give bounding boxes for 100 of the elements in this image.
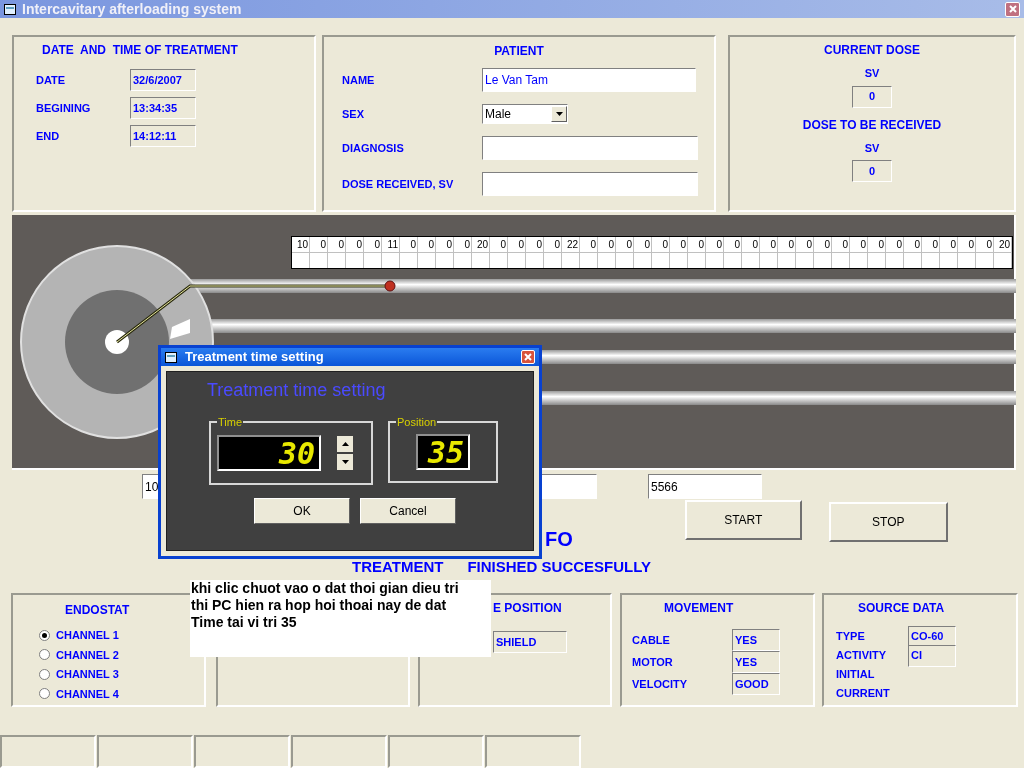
status-label: TREATMENT <box>352 557 444 577</box>
table-cell[interactable]: 0 <box>490 237 508 253</box>
dialog-button[interactable]: OK <box>254 498 350 524</box>
table-cell[interactable]: 0 <box>454 237 472 253</box>
start-button[interactable]: START <box>684 500 802 540</box>
spin-up-button[interactable] <box>337 436 353 452</box>
table-cell[interactable]: 0 <box>526 237 544 253</box>
table-cell[interactable]: 0 <box>904 237 922 253</box>
table-cell[interactable]: 10 <box>292 237 310 253</box>
table-cell[interactable]: 0 <box>634 237 652 253</box>
table-cell[interactable]: 0 <box>760 237 778 253</box>
dose-received-field[interactable] <box>482 172 698 196</box>
table-cell[interactable]: 0 <box>580 237 598 253</box>
field-label: NAME <box>342 72 376 88</box>
dialog-button[interactable]: Cancel <box>360 498 456 524</box>
table-cell[interactable]: 0 <box>598 237 616 253</box>
close-button[interactable] <box>1005 1 1020 17</box>
unit-label: SV <box>864 140 880 156</box>
channel-radio[interactable]: CHANNEL 1 <box>39 627 119 644</box>
code-field[interactable]: 5566 <box>648 474 762 499</box>
value-field: 32/6/2007 <box>130 69 196 91</box>
table-cell[interactable]: 0 <box>886 237 904 253</box>
field-label: DIAGNOSIS <box>342 140 405 156</box>
value-field: CI <box>908 644 956 667</box>
table-cell[interactable]: 0 <box>868 237 886 253</box>
value-field: YES <box>732 651 780 673</box>
position-field: SHIELD <box>493 631 567 653</box>
name-field[interactable]: Le Van Tam <box>482 68 696 92</box>
channel-radio[interactable]: CHANNEL 3 <box>39 666 119 683</box>
table-cell[interactable]: 0 <box>940 237 958 253</box>
table-cell[interactable]: 0 <box>796 237 814 253</box>
position-table[interactable]: 10 0 0 0 0 11 0 0 0 0 20 0 0 0 0 22 0 0 0 0 0 0 0 0 0 0 0 0 0 0 0 0 0 0 0 0 0 0 0 20 <box>291 236 1013 269</box>
table-cell[interactable]: 0 <box>850 237 868 253</box>
value-field: YES <box>732 629 780 651</box>
info-heading: FO <box>545 527 573 552</box>
field-label: TYPE <box>836 629 866 645</box>
table-cell[interactable]: 0 <box>724 237 742 253</box>
table-cell[interactable]: 0 <box>436 237 454 253</box>
table-cell[interactable]: 22 <box>562 237 580 253</box>
table-cell[interactable]: 11 <box>382 237 400 253</box>
table-cell[interactable]: 20 <box>472 237 490 253</box>
table-cell[interactable]: 0 <box>958 237 976 253</box>
value-field: GOOD <box>732 673 780 695</box>
dialog-title: Treatment time setting <box>185 348 324 367</box>
table-cell[interactable]: 0 <box>616 237 634 253</box>
table-cell[interactable]: 0 <box>346 237 364 253</box>
table-cell[interactable]: 0 <box>814 237 832 253</box>
spin-down-button[interactable] <box>337 454 353 470</box>
table-cell[interactable]: 0 <box>832 237 850 253</box>
table-cell[interactable]: 0 <box>670 237 688 253</box>
dialog-heading: Treatment time setting <box>207 379 386 402</box>
table-cell[interactable]: 0 <box>544 237 562 253</box>
close-icon <box>524 353 532 361</box>
field-label: ACTIVITY <box>836 648 888 664</box>
field-label: DATE <box>36 72 67 88</box>
radio-button[interactable] <box>39 668 50 680</box>
table-cell[interactable]: 0 <box>652 237 670 253</box>
down-arrow-icon <box>555 112 563 116</box>
window-title: Intercavitary afterloading system <box>22 0 242 19</box>
lcd-display[interactable]: 30 <box>217 435 321 471</box>
down-arrow-icon <box>341 460 349 464</box>
field-label: BEGINING <box>36 100 92 116</box>
value-field: 13:34:35 <box>130 97 196 119</box>
close-button[interactable] <box>521 350 535 364</box>
table-cell[interactable]: 0 <box>364 237 382 253</box>
table-cell[interactable]: 0 <box>418 237 436 253</box>
table-cell[interactable]: 0 <box>310 237 328 253</box>
radio-button[interactable] <box>39 688 50 700</box>
table-cell[interactable]: 0 <box>688 237 706 253</box>
table-cell[interactable]: 0 <box>400 237 418 253</box>
diagnosis-field[interactable] <box>482 136 698 160</box>
sex-dropdown[interactable]: Male <box>482 104 568 124</box>
channel-radio[interactable]: CHANNEL 4 <box>39 685 119 702</box>
table-cell[interactable]: 0 <box>922 237 940 253</box>
table-cell[interactable]: 0 <box>742 237 760 253</box>
dropdown-button[interactable] <box>551 106 567 122</box>
value-field: CO-60 <box>908 625 956 648</box>
channel-radio[interactable]: CHANNEL 2 <box>39 646 119 663</box>
panel-title: DATE AND TIME OF TREATMENT <box>42 42 239 59</box>
table-cell[interactable]: 0 <box>976 237 994 253</box>
close-icon <box>1008 5 1017 13</box>
table-cell[interactable]: 0 <box>328 237 346 253</box>
up-arrow-icon <box>341 442 349 446</box>
field-label: VELOCITY <box>632 676 688 692</box>
radio-button[interactable] <box>39 649 50 661</box>
table-cell[interactable]: 0 <box>778 237 796 253</box>
panel-title: ENDOSTAT <box>65 602 130 619</box>
table-cell[interactable]: 0 <box>508 237 526 253</box>
table-cell[interactable]: 20 <box>994 237 1012 253</box>
field-label: DOSE RECEIVED, SV <box>342 176 455 192</box>
panel-title: SOURCE DATA <box>858 600 946 617</box>
field-label: MOTOR <box>632 654 674 670</box>
panel-title: MOVEMENT <box>664 600 735 617</box>
field-label: END <box>36 128 61 144</box>
table-cell[interactable]: 0 <box>706 237 724 253</box>
status-text: FINISHED SUCCESFULLY <box>467 557 652 577</box>
stop-button[interactable]: STOP <box>828 502 948 542</box>
radio-button[interactable] <box>39 629 50 641</box>
panel-title: DOSE TO BE RECEIVED <box>802 116 942 134</box>
lcd-display[interactable]: 35 <box>416 434 470 470</box>
